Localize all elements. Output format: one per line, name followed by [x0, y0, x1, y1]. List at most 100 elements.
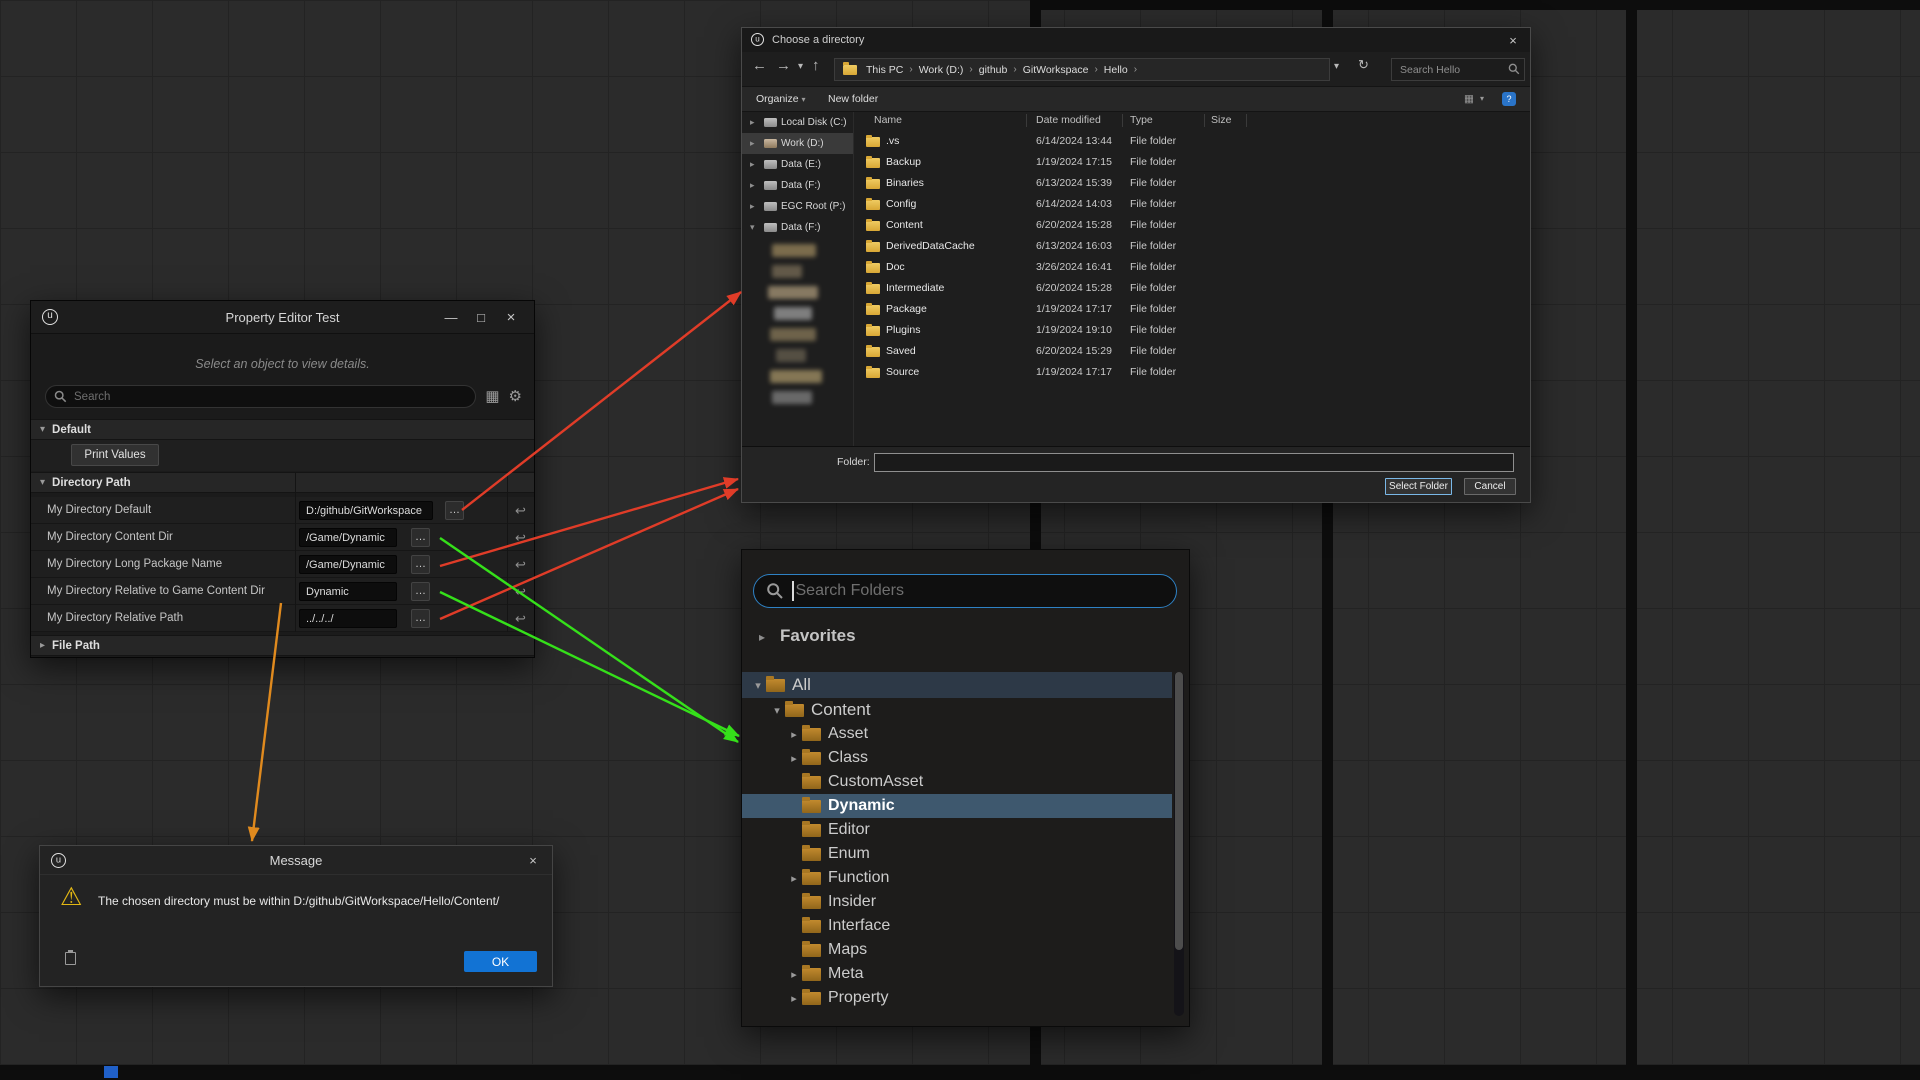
- browse-ellipsis-button[interactable]: …: [411, 528, 430, 547]
- file-row[interactable]: Backup1/19/2024 17:15File folder: [854, 152, 1528, 173]
- tree-item-enum[interactable]: Enum: [742, 842, 1172, 866]
- reset-to-default-icon[interactable]: ↩: [515, 524, 526, 551]
- tree-item-asset[interactable]: ▸ Asset: [742, 722, 1172, 746]
- section-file-path[interactable]: ▸ File Path: [31, 635, 534, 656]
- close-button[interactable]: ×: [518, 846, 548, 875]
- file-row[interactable]: Config6/14/2024 14:03File folder: [854, 194, 1528, 215]
- copy-to-clipboard-icon[interactable]: [65, 952, 76, 965]
- tree-item-dynamic[interactable]: Dynamic: [742, 794, 1172, 818]
- file-row[interactable]: Package1/19/2024 17:17File folder: [854, 299, 1528, 320]
- reset-to-default-icon[interactable]: ↩: [515, 578, 526, 605]
- browse-ellipsis-button[interactable]: …: [411, 582, 430, 601]
- explorer-search-input[interactable]: [1391, 58, 1525, 81]
- select-folder-button[interactable]: Select Folder: [1385, 478, 1452, 495]
- search-folders-input[interactable]: Search Folders: [753, 574, 1177, 608]
- tree-item-work-d[interactable]: ▸ Work (D:): [742, 133, 853, 154]
- column-date-modified[interactable]: Date modified: [1036, 112, 1101, 129]
- tree-item-data-e[interactable]: ▸ Data (E:): [742, 154, 853, 175]
- settings-gear-icon[interactable]: ⚙: [509, 389, 522, 404]
- tree-item-customasset[interactable]: CustomAsset: [742, 770, 1172, 794]
- address-dropdown-icon[interactable]: ▾: [1334, 61, 1339, 72]
- tree-item-all[interactable]: ▾ All: [742, 672, 1172, 698]
- tree-item-meta[interactable]: ▸ Meta: [742, 962, 1172, 986]
- browse-ellipsis-button[interactable]: …: [411, 555, 430, 574]
- file-row[interactable]: DerivedDataCache6/13/2024 16:03File fold…: [854, 236, 1528, 257]
- file-row[interactable]: Source1/19/2024 17:17File folder: [854, 362, 1528, 383]
- close-button[interactable]: ×: [496, 301, 526, 334]
- titlebar[interactable]: Message ×: [40, 846, 552, 875]
- maximize-button[interactable]: □: [466, 301, 496, 334]
- tree-item-interface[interactable]: Interface: [742, 914, 1172, 938]
- column-divider[interactable]: [1246, 114, 1247, 127]
- ok-button[interactable]: OK: [464, 951, 537, 972]
- tree-item-data-f2[interactable]: ▾ Data (F:): [742, 217, 853, 238]
- favorites-section[interactable]: ▸ Favorites: [742, 622, 1189, 654]
- long-package-name-field[interactable]: [299, 555, 397, 574]
- folder-name-input[interactable]: [874, 453, 1514, 472]
- column-divider[interactable]: [1122, 114, 1123, 127]
- up-button[interactable]: ↑: [812, 57, 820, 74]
- browse-ellipsis-button[interactable]: …: [411, 609, 430, 628]
- breadcrumb-work-d[interactable]: Work (D:): [916, 64, 967, 76]
- section-directory-path[interactable]: ▾ Directory Path: [31, 472, 534, 493]
- minimize-button[interactable]: —: [436, 301, 466, 334]
- view-dropdown-icon[interactable]: ▾: [1480, 87, 1484, 111]
- tree-item-function[interactable]: ▸ Function: [742, 866, 1172, 890]
- file-row[interactable]: Binaries6/13/2024 15:39File folder: [854, 173, 1528, 194]
- reset-to-default-icon[interactable]: ↩: [515, 551, 526, 578]
- tree-item-insider[interactable]: Insider: [742, 890, 1172, 914]
- file-row[interactable]: Content6/20/2024 15:28File folder: [854, 215, 1528, 236]
- tree-item-maps[interactable]: Maps: [742, 938, 1172, 962]
- view-mode-icon[interactable]: ▦: [1464, 87, 1474, 111]
- disk-icon: [764, 118, 777, 127]
- cancel-button[interactable]: Cancel: [1464, 478, 1516, 495]
- column-divider[interactable]: [1026, 114, 1027, 127]
- directory-default-field[interactable]: [299, 501, 433, 520]
- tree-item-content[interactable]: ▾ Content: [742, 698, 1172, 722]
- new-folder-button[interactable]: New folder: [828, 87, 878, 111]
- titlebar[interactable]: Property Editor Test — □ ×: [31, 301, 534, 334]
- breadcrumb-hello[interactable]: Hello: [1101, 64, 1131, 76]
- section-default[interactable]: ▾ Default: [31, 419, 534, 440]
- column-splitter[interactable]: [295, 472, 296, 632]
- content-dir-field[interactable]: [299, 528, 397, 547]
- tree-item-editor[interactable]: Editor: [742, 818, 1172, 842]
- column-type[interactable]: Type: [1130, 112, 1153, 129]
- history-chevron-icon[interactable]: ▾: [798, 61, 803, 72]
- file-row[interactable]: Saved6/20/2024 15:29File folder: [854, 341, 1528, 362]
- file-row[interactable]: Intermediate6/20/2024 15:28File folder: [854, 278, 1528, 299]
- scrollbar-thumb[interactable]: [1175, 672, 1183, 950]
- refresh-icon[interactable]: ↻: [1358, 57, 1369, 73]
- back-button[interactable]: ←: [752, 57, 767, 74]
- forward-button[interactable]: →: [776, 57, 791, 74]
- reset-to-default-icon[interactable]: ↩: [515, 605, 526, 632]
- breadcrumb-gitworkspace[interactable]: GitWorkspace: [1020, 64, 1092, 76]
- browse-ellipsis-button[interactable]: …: [445, 501, 464, 520]
- column-name[interactable]: Name: [874, 112, 902, 129]
- breadcrumb-this-pc[interactable]: This PC: [863, 64, 906, 76]
- folder-icon: [843, 65, 857, 75]
- relative-to-content-field[interactable]: [299, 582, 397, 601]
- relative-path-field[interactable]: [299, 609, 397, 628]
- tree-item-local-disk-c[interactable]: ▸ Local Disk (C:): [742, 112, 853, 133]
- file-row[interactable]: Plugins1/19/2024 19:10File folder: [854, 320, 1528, 341]
- tree-item-class[interactable]: ▸ Class: [742, 746, 1172, 770]
- file-row[interactable]: .vs6/14/2024 13:44File folder: [854, 131, 1528, 152]
- print-values-button[interactable]: Print Values: [71, 444, 159, 466]
- organize-menu[interactable]: Organize ▾: [756, 87, 806, 112]
- column-divider[interactable]: [1204, 114, 1205, 127]
- help-icon[interactable]: ?: [1502, 92, 1516, 106]
- column-view-icon[interactable]: ▦: [485, 389, 499, 404]
- reset-to-default-icon[interactable]: ↩: [515, 497, 526, 524]
- titlebar[interactable]: Choose a directory ×: [742, 28, 1530, 52]
- tree-item-data-f[interactable]: ▸ Data (F:): [742, 175, 853, 196]
- breadcrumb-github[interactable]: github: [976, 64, 1011, 76]
- close-button[interactable]: ×: [1498, 28, 1528, 52]
- tree-item-egc-root-p[interactable]: ▸ EGC Root (P:): [742, 196, 853, 217]
- file-row[interactable]: Doc3/26/2024 16:41File folder: [854, 257, 1528, 278]
- tree-item-property[interactable]: ▸ Property: [742, 986, 1172, 1010]
- column-size[interactable]: Size: [1211, 112, 1231, 129]
- scrollbar-track[interactable]: [1174, 672, 1184, 1016]
- column-splitter[interactable]: [507, 472, 508, 632]
- search-input[interactable]: [45, 385, 476, 408]
